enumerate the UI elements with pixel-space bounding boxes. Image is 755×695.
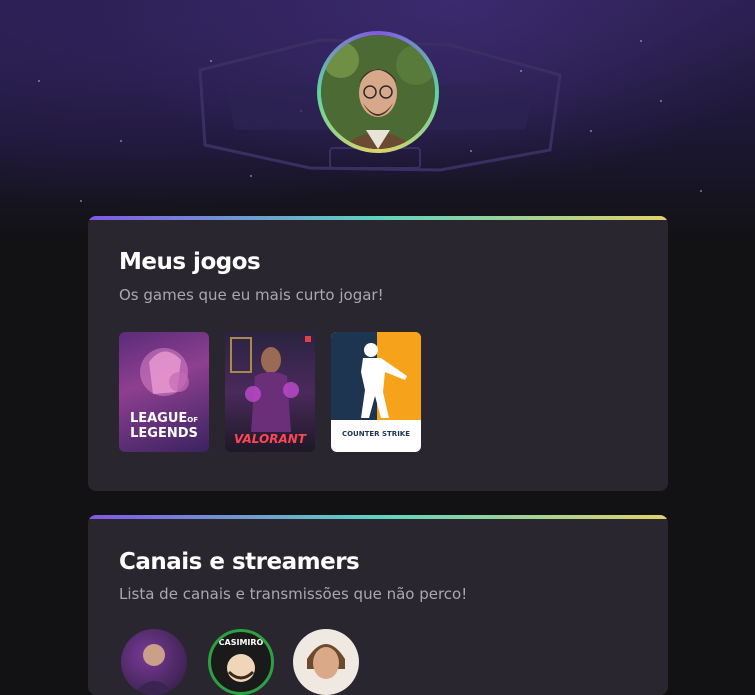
streamer-avatar-2[interactable]: CASIMIRO: [208, 629, 274, 695]
game-league-of-legends[interactable]: LEAGUEOF LEGENDS: [119, 332, 209, 452]
counter-strike-text: COUNTER STRIKE: [341, 430, 411, 438]
streamers-title: Canais e streamers: [119, 549, 360, 575]
lol-text-league: LEAGUE: [129, 411, 188, 426]
streamer-avatar-3[interactable]: [293, 629, 359, 695]
games-card: Meus jogos Os games que eu mais curto jo…: [88, 216, 668, 491]
profile-avatar[interactable]: [321, 35, 435, 149]
valorant-text: VALORANT: [234, 432, 306, 446]
streamer-avatar-icon: [307, 644, 345, 679]
profile-avatar-ring: [317, 31, 439, 153]
games-subtitle: Os games que eu mais curto jogar!: [119, 286, 384, 304]
game-counter-strike[interactable]: COUNTER STRIKE: [331, 332, 421, 452]
streamer-avatar-icon: [133, 644, 175, 695]
hero-background: [0, 0, 755, 240]
lol-text-of: OF: [187, 416, 199, 424]
casimiro-badge-text: CASIMIRO: [218, 638, 264, 647]
lol-text-legends: LEGENDS: [130, 426, 198, 441]
streamer-avatar-1[interactable]: [121, 629, 187, 695]
game-valorant[interactable]: VALORANT: [225, 332, 315, 452]
person-avatar-icon: [321, 35, 435, 149]
streamers-subtitle: Lista de canais e transmissões que não p…: [119, 585, 468, 603]
games-title: Meus jogos: [119, 249, 261, 275]
streamers-card: Canais e streamers Lista de canais e tra…: [88, 515, 668, 695]
